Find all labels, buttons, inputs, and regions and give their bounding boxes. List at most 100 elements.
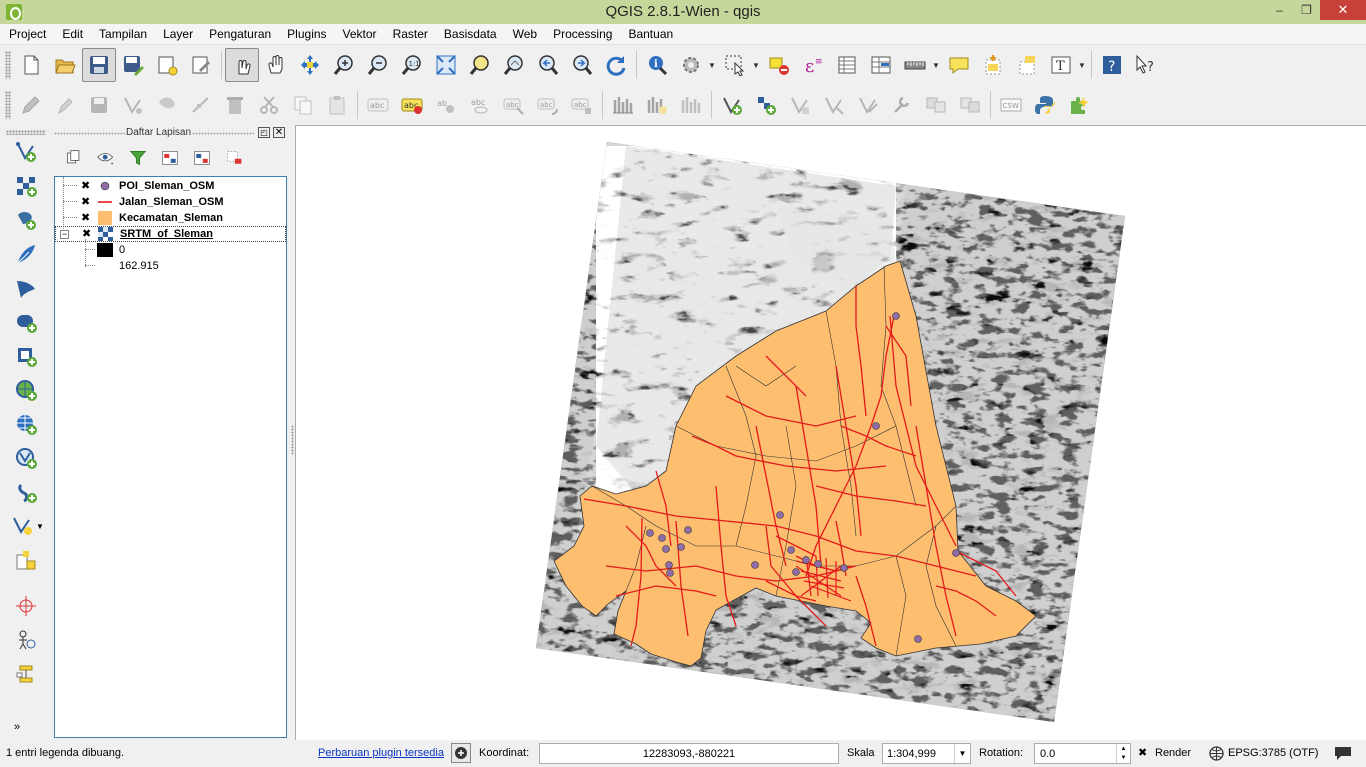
log-messages-icon[interactable]	[1334, 745, 1352, 761]
help-button[interactable]: ?	[1095, 48, 1129, 82]
change-label-button[interactable]: abc	[565, 88, 599, 122]
layer-item-poi[interactable]: ✖ POI_Sleman_OSM	[55, 178, 286, 194]
add-postgis-layer-button[interactable]	[10, 273, 42, 303]
add-delimited-text-layer-button[interactable]	[10, 239, 42, 269]
deselect-button[interactable]	[762, 48, 796, 82]
menu-bantuan[interactable]: Bantuan	[619, 24, 680, 45]
delete-selected-button[interactable]	[218, 88, 252, 122]
minimize-button[interactable]: –	[1266, 0, 1293, 20]
new-project-button[interactable]	[14, 48, 48, 82]
layer-item-roads[interactable]: ✖ Jalan_Sleman_OSM	[55, 194, 286, 210]
filter-legend-button[interactable]	[122, 144, 154, 172]
touch-pan-button[interactable]	[225, 48, 259, 82]
layer-item-srtm[interactable]: − ✖ SRTM_of_Sleman	[55, 226, 286, 242]
crs-globe-icon[interactable]	[1209, 746, 1224, 761]
paste-features-button[interactable]	[320, 88, 354, 122]
vector-tool-3-button[interactable]	[783, 88, 817, 122]
pan-to-selection-button[interactable]	[293, 48, 327, 82]
add-vector-button[interactable]	[715, 88, 749, 122]
add-wfs-layer-button[interactable]	[10, 443, 42, 473]
scale-dropdown-arrow[interactable]: ▼	[954, 744, 970, 763]
remove-layer-button[interactable]	[218, 144, 250, 172]
csw-button[interactable]: CSW	[994, 88, 1028, 122]
map-tips-button[interactable]	[942, 48, 976, 82]
zoom-next-button[interactable]	[565, 48, 599, 82]
add-wms-button[interactable]	[749, 88, 783, 122]
crs-status[interactable]: EPSG:3785 (OTF)	[1228, 747, 1318, 759]
add-mssql-layer-button[interactable]	[10, 307, 42, 337]
node-tool-button[interactable]	[184, 88, 218, 122]
add-virtual-layer-button[interactable]	[10, 477, 42, 507]
zoom-actual-size-button[interactable]: 1:1	[395, 48, 429, 82]
pan-map-button[interactable]	[259, 48, 293, 82]
map-canvas[interactable]	[295, 125, 1366, 740]
add-spatialite-layer-button[interactable]	[10, 205, 42, 235]
expand-all-button[interactable]	[154, 144, 186, 172]
menu-tampilan[interactable]: Tampilan	[90, 24, 154, 45]
rotation-spin-arrows[interactable]: ▲ ▼	[1116, 744, 1130, 763]
python-console-button[interactable]	[1028, 88, 1062, 122]
statistics-button[interactable]	[864, 48, 898, 82]
menu-raster[interactable]: Raster	[384, 24, 435, 45]
vector-tool-8-button[interactable]	[953, 88, 987, 122]
current-edits-button[interactable]	[48, 88, 82, 122]
add-wms-layer-button[interactable]	[10, 375, 42, 405]
layer-visibility-checkbox[interactable]: ✖	[81, 181, 91, 192]
layer-visibility-checkbox[interactable]: ✖	[82, 229, 92, 240]
layer-labeling-button[interactable]: abc	[395, 88, 429, 122]
zoom-out-button[interactable]	[361, 48, 395, 82]
plugin-manager-button[interactable]	[1062, 88, 1096, 122]
save-as-button[interactable]	[116, 48, 150, 82]
vector-tool-7-button[interactable]	[919, 88, 953, 122]
add-wkt-layer-button[interactable]	[10, 591, 42, 621]
add-raster-layer-button[interactable]	[10, 171, 42, 201]
open-project-button[interactable]	[48, 48, 82, 82]
move-feature-button[interactable]	[150, 88, 184, 122]
refresh-button[interactable]	[599, 48, 633, 82]
annotation-dropdown[interactable]: ▼	[1078, 61, 1088, 70]
zoom-in-button[interactable]	[327, 48, 361, 82]
close-button[interactable]: ✕	[1320, 0, 1366, 20]
restore-button[interactable]: ❐	[1293, 0, 1320, 20]
select-dropdown[interactable]: ▼	[752, 61, 762, 70]
zoom-to-layer-button[interactable]	[497, 48, 531, 82]
new-bookmark-button[interactable]	[976, 48, 1010, 82]
toolbar-handle[interactable]	[6, 130, 46, 135]
manage-visibility-button[interactable]	[90, 144, 122, 172]
close-panel-button[interactable]: ✕	[273, 127, 285, 138]
vector-tool-5-button[interactable]	[851, 88, 885, 122]
plugin-update-link[interactable]: Perbaruan plugin tersedia	[318, 747, 444, 759]
add-gps-data-button[interactable]	[10, 625, 42, 655]
add-feature-button[interactable]	[116, 88, 150, 122]
add-oracle-layer-button[interactable]	[10, 341, 42, 371]
more-tools-chevron[interactable]: »	[14, 721, 20, 733]
composer-manager-button[interactable]	[184, 48, 218, 82]
run-action-button[interactable]	[674, 48, 708, 82]
save-edits-button[interactable]	[82, 88, 116, 122]
render-checkbox[interactable]: ✖	[1138, 746, 1147, 759]
map-view[interactable]	[296, 126, 1366, 740]
attribute-table-button[interactable]	[830, 48, 864, 82]
raster-calc-button[interactable]	[640, 88, 674, 122]
layer-visibility-checkbox[interactable]: ✖	[81, 197, 91, 208]
measure-dropdown[interactable]: ▼	[932, 61, 942, 70]
select-features-button[interactable]	[718, 48, 752, 82]
menu-project[interactable]: Project	[0, 24, 53, 45]
new-layer-button[interactable]: ▼	[6, 511, 50, 541]
toolbar-handle[interactable]	[5, 91, 11, 119]
rotation-spinbox[interactable]: 0.0 ▲ ▼	[1034, 743, 1131, 764]
collapse-all-button[interactable]	[186, 144, 218, 172]
menu-layer[interactable]: Layer	[154, 24, 200, 45]
menu-pengaturan[interactable]: Pengaturan	[200, 24, 278, 45]
cut-features-button[interactable]	[252, 88, 286, 122]
raster-stretch-button[interactable]	[674, 88, 708, 122]
add-geonode-layer-button[interactable]	[10, 659, 42, 689]
toggle-editing-button[interactable]	[14, 88, 48, 122]
save-project-button[interactable]	[82, 48, 116, 82]
show-hide-labels-button[interactable]: abc	[463, 88, 497, 122]
menu-processing[interactable]: Processing	[544, 24, 619, 45]
rotate-label-button[interactable]: abc	[531, 88, 565, 122]
zoom-full-button[interactable]	[429, 48, 463, 82]
field-calculator-button[interactable]: ε ≡	[796, 48, 830, 82]
vector-tool-4-button[interactable]	[817, 88, 851, 122]
